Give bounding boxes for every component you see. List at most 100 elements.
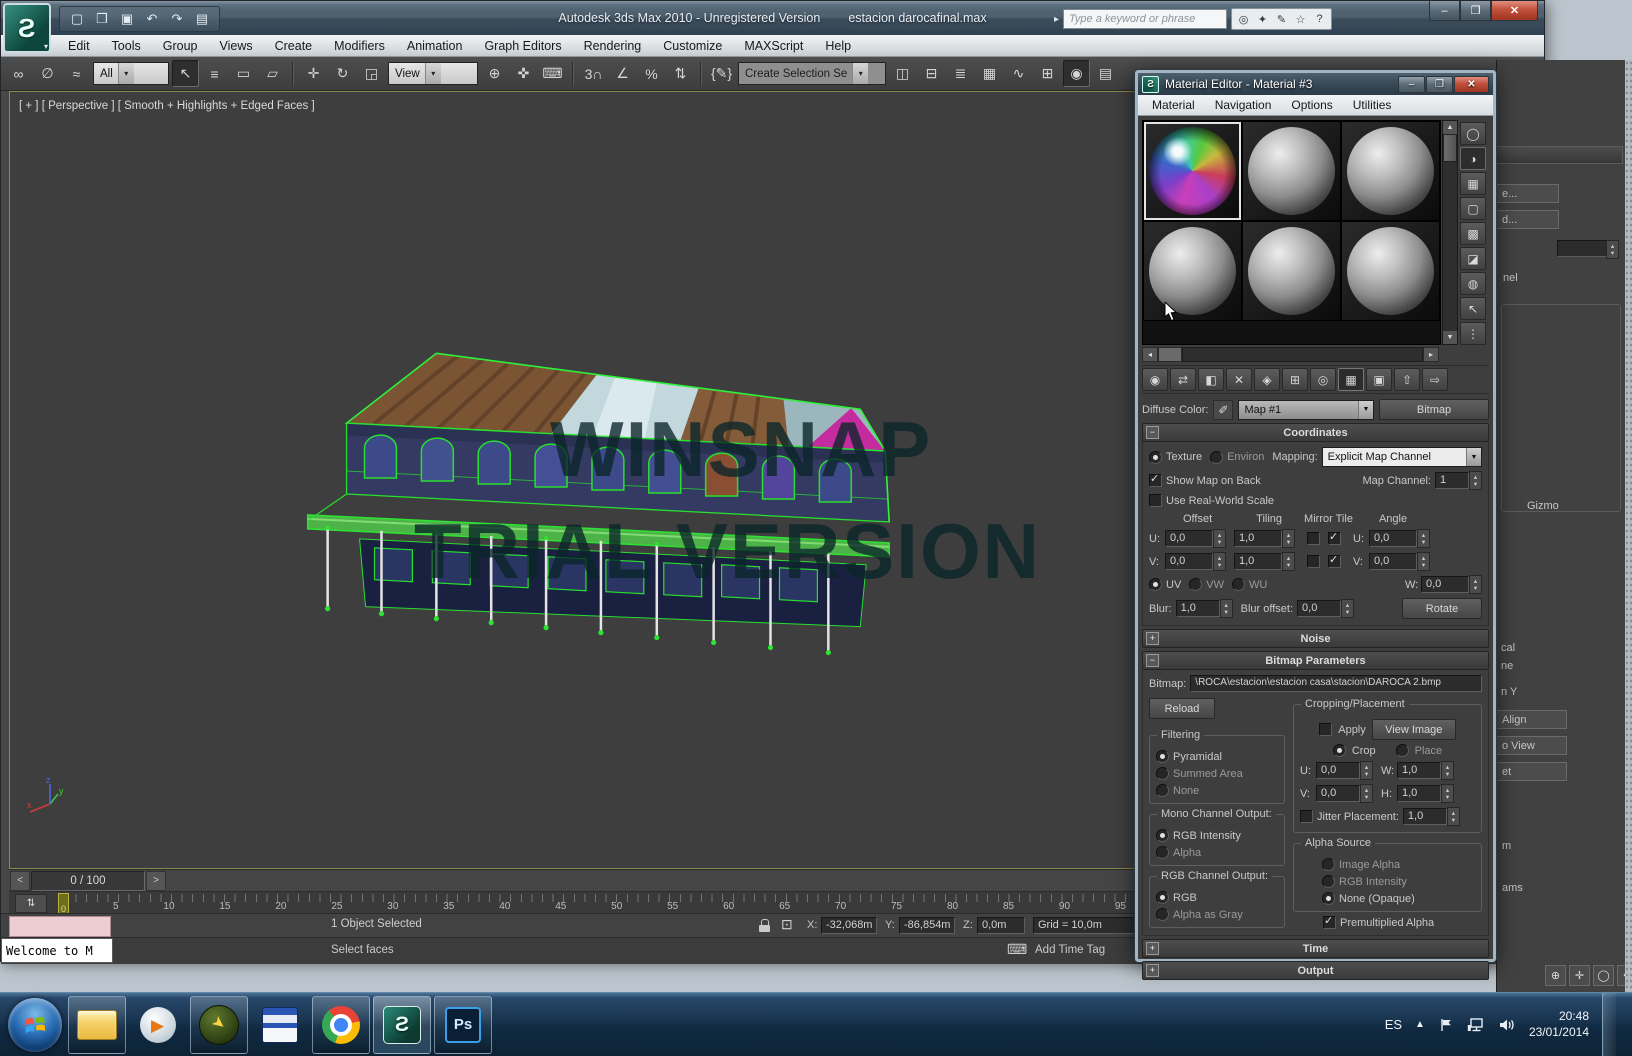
mapping-dropdown[interactable]: Explicit Map Channel ▼ (1322, 447, 1482, 467)
previous-frame-button[interactable]: < (10, 871, 30, 891)
rgb-intensity-radio[interactable] (1156, 829, 1169, 842)
open-mini-curve-editor-icon[interactable]: ⇅ (15, 894, 47, 913)
jitter-placement-checkbox[interactable] (1300, 810, 1313, 823)
bitmap-path-field[interactable]: \ROCA\estacion\estacion casa\stacion\DAR… (1190, 675, 1482, 692)
select-by-name-icon[interactable]: ≡ (201, 60, 228, 87)
scrollbar-thumb[interactable] (1158, 347, 1182, 362)
chrome-icon[interactable] (312, 996, 370, 1054)
place-radio[interactable] (1396, 744, 1409, 757)
material-editor-icon[interactable]: ◉ (1063, 60, 1090, 87)
material-sample-slot-5[interactable] (1242, 221, 1341, 321)
maxscript-mini-listener[interactable] (9, 916, 111, 937)
rollout-header-bitmap-parameters[interactable]: − Bitmap Parameters (1142, 651, 1489, 670)
material-id-channel-icon[interactable]: ◎ (1310, 368, 1336, 391)
x-coordinate-field[interactable]: -32,068m (821, 917, 877, 934)
apply-checkbox[interactable] (1319, 723, 1332, 736)
crop-v-field[interactable]: 0,0 (1316, 785, 1360, 802)
material-sample-slot-4[interactable] (1143, 221, 1242, 321)
show-desktop-button[interactable] (1602, 993, 1616, 1056)
close-button[interactable]: ✕ (1454, 76, 1489, 93)
show-end-result-icon[interactable]: ▣ (1366, 368, 1392, 391)
put-to-library-icon[interactable]: ⊞ (1282, 368, 1308, 391)
select-and-move-icon[interactable]: ✛ (300, 60, 327, 87)
none-opaque-radio[interactable] (1322, 892, 1335, 905)
spinner[interactable] (1606, 240, 1619, 259)
undo-icon[interactable]: ↶ (141, 9, 163, 29)
reset-map-icon[interactable]: ✕ (1226, 368, 1252, 391)
angle-snap-icon[interactable]: ∠ (609, 60, 636, 87)
search-input[interactable] (1063, 9, 1227, 29)
spinner[interactable] (1417, 529, 1430, 548)
menu-item[interactable]: Views (208, 35, 263, 56)
sample-scrollbar-horizontal[interactable]: ◂ ▸ (1142, 347, 1439, 361)
maximize-button[interactable]: ❐ (1426, 76, 1453, 93)
make-material-copy-icon[interactable]: ◈ (1254, 368, 1280, 391)
rollout-header-coordinates[interactable]: − Coordinates (1142, 423, 1489, 442)
menu-item[interactable]: MAXScript (733, 35, 814, 56)
layer-manager-icon[interactable]: ≣ (947, 60, 974, 87)
spinner[interactable] (1441, 761, 1454, 780)
menu-item[interactable]: Utilities (1343, 95, 1402, 115)
make-preview-icon[interactable]: ◪ (1460, 247, 1486, 270)
menu-item[interactable]: Help (814, 35, 862, 56)
menu-item[interactable]: Material (1142, 95, 1205, 115)
rectangular-selection-region-icon[interactable]: ▭ (230, 60, 257, 87)
use-pivot-point-icon[interactable]: ⊕ (481, 60, 508, 87)
rollout-header-noise[interactable]: + Noise (1142, 629, 1489, 648)
spinner[interactable] (1213, 552, 1226, 571)
menu-item[interactable]: Create (264, 35, 324, 56)
put-material-to-scene-icon[interactable]: ⇄ (1170, 368, 1196, 391)
texture-radio[interactable] (1149, 451, 1162, 464)
menu-item[interactable]: Modifiers (323, 35, 396, 56)
spinner[interactable] (1282, 552, 1295, 571)
rollout-header-time[interactable]: + Time (1142, 939, 1489, 958)
save-file-icon[interactable]: ▣ (116, 9, 138, 29)
spinner[interactable] (1469, 575, 1482, 594)
crop-radio[interactable] (1333, 744, 1346, 757)
crop-h-field[interactable]: 1,0 (1397, 785, 1441, 802)
show-map-in-viewport-icon[interactable]: ▦ (1338, 368, 1364, 391)
spinner[interactable] (1447, 807, 1460, 826)
spinner[interactable] (1441, 784, 1454, 803)
menu-item[interactable]: Tools (101, 35, 152, 56)
select-by-material-icon[interactable]: ↖ (1460, 297, 1486, 320)
angle-u-field[interactable]: 0,0 (1369, 530, 1417, 547)
angle-w-field[interactable]: 0,0 (1421, 576, 1469, 593)
redo-icon[interactable]: ↷ (166, 9, 188, 29)
zoom-icon[interactable]: ⊕ (1545, 965, 1566, 986)
help-icon[interactable]: ? (1311, 11, 1328, 28)
select-and-manipulate-icon[interactable]: ✜ (510, 60, 537, 87)
viewport[interactable]: WINSNAP TRIAL VERSION [ + ] [ Perspectiv… (9, 91, 1137, 869)
material-sample-slot-3[interactable] (1341, 121, 1440, 221)
uv-radio[interactable] (1149, 578, 1162, 591)
floppy-save-icon[interactable] (251, 996, 309, 1054)
scrollbar-thumb[interactable] (1443, 134, 1457, 162)
new-file-icon[interactable]: ▢ (66, 9, 88, 29)
menu-item[interactable]: Navigation (1205, 95, 1282, 115)
y-coordinate-field[interactable]: -86,854m (899, 917, 955, 934)
blur-offset-field[interactable]: 0,0 (1297, 600, 1341, 617)
speaker-icon[interactable] (1498, 1017, 1516, 1033)
sample-uv-tiling-icon[interactable]: ▢ (1460, 197, 1486, 220)
z-coordinate-field[interactable]: 0,0m (977, 917, 1025, 934)
select-and-scale-icon[interactable]: ◲ (358, 60, 385, 87)
add-time-tag[interactable]: Add Time Tag (1035, 944, 1105, 956)
command-panel-button-fragment[interactable]: o View (1497, 736, 1567, 755)
jitter-field[interactable]: 1,0 (1403, 808, 1447, 825)
tray-expand-icon[interactable]: ▲ (1415, 1019, 1425, 1030)
action-center-flag-icon[interactable] (1438, 1017, 1454, 1033)
search-binoculars-icon[interactable]: ◎ (1235, 11, 1252, 28)
alpha-as-gray-radio[interactable] (1156, 908, 1169, 921)
spinner-snap-icon[interactable]: ⇅ (667, 60, 694, 87)
media-player-icon[interactable] (129, 996, 187, 1054)
background-icon[interactable]: ▦ (1460, 172, 1486, 195)
spinner[interactable] (1282, 529, 1295, 548)
spinner[interactable] (1417, 552, 1430, 571)
minimize-button[interactable]: – (1398, 76, 1425, 93)
options-icon[interactable]: ◍ (1460, 272, 1486, 295)
mirror-v-checkbox[interactable] (1307, 555, 1320, 568)
material-map-navigator-icon[interactable]: ⋮ (1460, 322, 1486, 345)
tile-v-checkbox[interactable] (1328, 555, 1341, 568)
command-panel-button-fragment[interactable]: e... (1497, 184, 1559, 203)
wu-radio[interactable] (1232, 578, 1245, 591)
